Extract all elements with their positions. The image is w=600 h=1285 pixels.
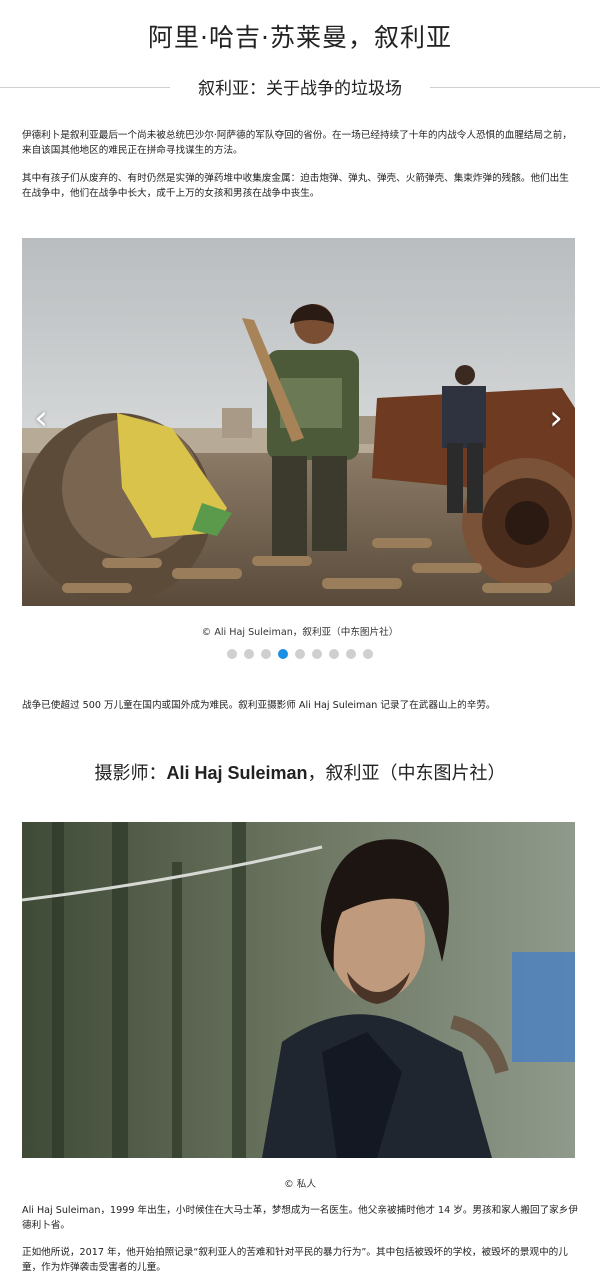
carousel-dot[interactable] xyxy=(363,649,373,659)
carousel-prev-button[interactable]: ‹ xyxy=(30,398,52,438)
subtitle-row: 叙利亚：关于战争的垃圾场 xyxy=(0,74,600,100)
page-title: 阿里·哈吉·苏莱曼，叙利亚 xyxy=(148,23,452,52)
photographer-heading-prefix: 摄影师： xyxy=(94,763,167,784)
divider-line-right xyxy=(430,87,600,88)
photographer-portrait-image xyxy=(22,822,575,1158)
bio-paragraph-1: Ali Haj Suleiman，1999 年出生，小时候住在大马士革，梦想成为… xyxy=(22,1205,578,1231)
carousel-slide-image[interactable]: ‹ › xyxy=(22,238,575,606)
photographer-name: Ali Haj Suleiman xyxy=(166,763,308,783)
photographer-heading-suffix: ，叙利亚（中东图片社） xyxy=(307,763,506,784)
intro-paragraph-1: 伊德利卜是叙利亚最后一个尚未被总统巴沙尔·阿萨德的军队夺回的省份。在一场已经持续… xyxy=(22,130,572,156)
carousel-dot[interactable] xyxy=(346,649,356,659)
carousel-dot[interactable] xyxy=(227,649,237,659)
carousel-dot[interactable] xyxy=(244,649,254,659)
bio-paragraph-2: 正如他所说，2017 年，他开始拍照记录“叙利亚人的苦难和针对平民的暴力行为”。… xyxy=(22,1247,568,1273)
carousel-dot[interactable] xyxy=(295,649,305,659)
carousel-next-button[interactable]: › xyxy=(545,398,567,438)
photographer-heading: 摄影师：Ali Haj Suleiman，叙利亚（中东图片社） xyxy=(0,759,600,785)
portrait-photo xyxy=(22,822,575,1158)
carousel-pagination xyxy=(0,649,600,661)
war-scrapyard-photo xyxy=(22,238,575,606)
carousel-dot[interactable] xyxy=(312,649,322,659)
body-paragraph: 战争已使超过 500 万儿童在国内或国外成为难民。叙利亚摄影师 Ali Haj … xyxy=(22,700,496,711)
intro-paragraph-2: 其中有孩子们从废弃的、有时仍然是实弹的弹药堆中收集废金属：迫击炮弹、弹丸、弹壳、… xyxy=(22,173,569,199)
carousel-dot[interactable] xyxy=(278,649,288,659)
carousel-caption: © Ali Haj Suleiman，叙利亚（中东图片社） xyxy=(201,627,399,638)
portrait-caption: © 私人 xyxy=(284,1179,316,1190)
carousel-dot[interactable] xyxy=(329,649,339,659)
carousel-dot[interactable] xyxy=(261,649,271,659)
